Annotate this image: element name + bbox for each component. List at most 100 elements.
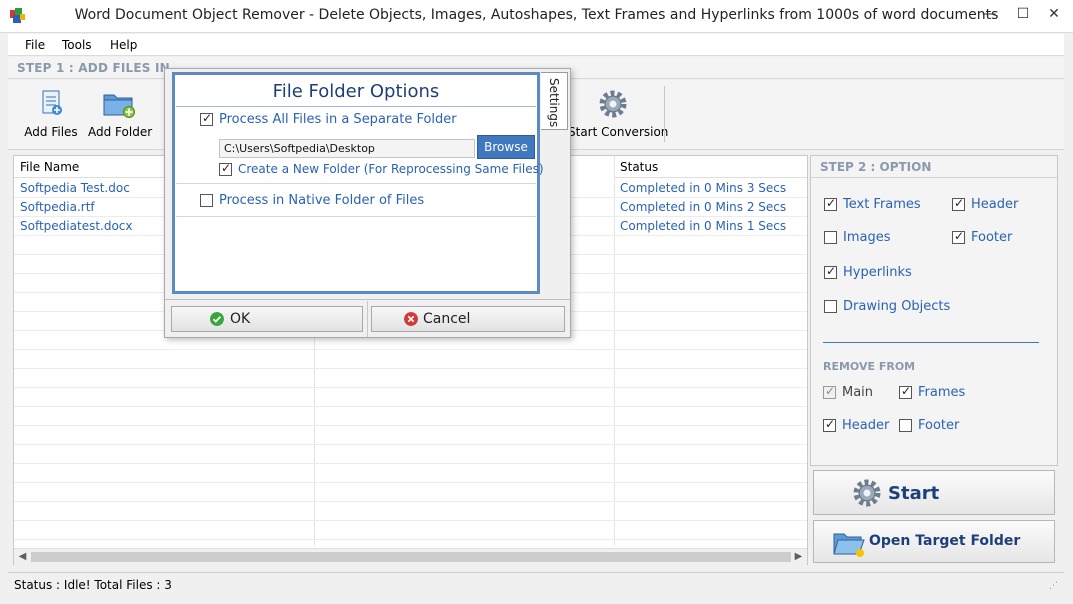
table-row-file[interactable]: Softpedia.rtf	[14, 200, 95, 214]
option-divider	[823, 342, 1039, 343]
dialog-button-divider	[165, 299, 570, 300]
remove-header-label: Header	[842, 418, 890, 433]
ok-label: OK	[230, 311, 251, 327]
start-button[interactable]: Start	[813, 470, 1055, 515]
dialog-title: File Folder Options	[272, 81, 440, 102]
checkbox-box[interactable]	[952, 229, 965, 244]
hyperlinks-label: Hyperlinks	[843, 265, 912, 280]
row-divider	[14, 539, 807, 540]
table-row-status: Completed in 0 Mins 3 Secs	[620, 181, 787, 195]
row-divider	[14, 482, 807, 483]
checkbox-box[interactable]	[824, 196, 837, 211]
remove-from-title: REMOVE FROM	[823, 360, 916, 373]
checkbox-box[interactable]	[824, 264, 837, 279]
row-divider	[14, 349, 807, 350]
row-divider	[14, 520, 807, 521]
row-divider	[14, 444, 807, 445]
checkbox-box[interactable]	[219, 161, 232, 176]
table-row-status: Completed in 0 Mins 1 Secs	[620, 219, 787, 233]
add-folder-label: Add Folder	[88, 125, 153, 139]
process-native-label: Process in Native Folder of Files	[219, 193, 425, 208]
step2-panel: STEP 2 : OPTION Text Frames Header Image…	[810, 155, 1058, 466]
start-conversion-label: Start Conversion	[568, 125, 669, 139]
checkbox-box[interactable]	[200, 194, 213, 207]
dialog-separator	[176, 216, 536, 217]
add-folder-icon	[103, 94, 135, 118]
dialog-separator	[176, 183, 536, 184]
column-divider	[614, 156, 615, 546]
checkbox-box[interactable]	[200, 111, 213, 126]
row-divider	[14, 501, 807, 502]
gear-icon	[853, 479, 881, 507]
tab-settings[interactable]: Settings	[541, 72, 568, 130]
step1-title: STEP 1 : ADD FILES IN	[17, 61, 170, 75]
drawing-objects-label: Drawing Objects	[843, 299, 951, 314]
folder-path-field[interactable]: C:\Users\Softpedia\Desktop	[219, 139, 475, 158]
header-option-label: Header	[971, 197, 1019, 212]
browse-button[interactable]: Browse	[477, 135, 535, 159]
add-folder-button[interactable]: Add Folder	[88, 86, 153, 142]
checkbox-box[interactable]	[899, 384, 912, 399]
check-icon	[210, 312, 224, 326]
step2-title: STEP 2 : OPTION	[820, 160, 932, 174]
add-files-label: Add Files	[24, 125, 78, 139]
menu-tools[interactable]: Tools	[62, 38, 92, 52]
folder-open-icon	[833, 533, 865, 557]
process-separate-label: Process All Files in a Separate Folder	[219, 112, 457, 127]
step2-header: STEP 2 : OPTION	[811, 156, 1057, 178]
scroll-right-icon[interactable]: ▶	[790, 549, 807, 566]
column-status[interactable]: Status	[614, 156, 807, 178]
checkbox-box[interactable]	[824, 300, 837, 313]
menu-help[interactable]: Help	[110, 38, 137, 52]
footer-option-label: Footer	[971, 230, 1013, 245]
checkbox-box[interactable]	[824, 231, 837, 244]
table-row-file[interactable]: Softpediatest.docx	[14, 219, 133, 233]
checkbox-box[interactable]	[952, 196, 965, 211]
row-divider	[14, 425, 807, 426]
checkbox-box[interactable]	[899, 419, 912, 432]
resize-grip-icon[interactable]: ⋰	[1049, 581, 1058, 591]
cancel-label: Cancel	[423, 311, 471, 327]
dialog-button-separator	[367, 301, 368, 337]
images-label: Images	[843, 230, 891, 245]
row-divider	[14, 387, 807, 388]
window-title: Word Document Object Remover - Delete Ob…	[74, 7, 999, 23]
scroll-thumb[interactable]	[31, 552, 791, 562]
cancel-icon	[404, 312, 418, 326]
row-divider	[14, 406, 807, 407]
frames-label: Frames	[918, 385, 966, 400]
table-row-status: Completed in 0 Mins 2 Secs	[620, 200, 787, 214]
settings-tab-label: Settings	[547, 78, 561, 128]
title-underline	[176, 106, 536, 107]
remove-footer-label: Footer	[918, 418, 960, 433]
scroll-left-icon[interactable]: ◀	[14, 549, 31, 566]
status-bar: Status : Idle! Total Files : 3 ⋰	[8, 572, 1064, 596]
toolbar-separator	[664, 86, 665, 142]
checkbox-box[interactable]	[823, 417, 836, 432]
table-row-file[interactable]: Softpedia Test.doc	[14, 181, 130, 195]
gear-icon	[599, 90, 627, 118]
title-bar: Word Document Object Remover - Delete Ob…	[0, 0, 1073, 33]
horizontal-scrollbar[interactable]: ◀ ▶	[14, 548, 807, 565]
dialog-content: File Folder Options Process All Files in…	[172, 72, 544, 294]
main-label: Main	[842, 385, 874, 400]
checkbox-box	[823, 384, 836, 399]
start-conversion-button[interactable]: Start Conversion	[568, 86, 669, 142]
row-divider	[14, 368, 807, 369]
menu-bar: File Tools Help	[8, 34, 1064, 56]
file-folder-options-dialog: File Folder Options Process All Files in…	[164, 68, 571, 338]
open-target-folder-label: Open Target Folder	[869, 533, 1021, 549]
ok-button[interactable]: OK	[171, 306, 363, 332]
row-divider	[14, 463, 807, 464]
add-files-icon	[42, 90, 62, 115]
start-label: Start	[888, 483, 940, 504]
close-button[interactable]: ✕	[1034, 0, 1073, 30]
cancel-button[interactable]: Cancel	[371, 306, 565, 332]
add-files-button[interactable]: Add Files	[22, 86, 80, 142]
open-target-folder-button[interactable]: Open Target Folder	[813, 520, 1055, 563]
minimize-button[interactable]: —	[972, 0, 1006, 30]
menu-file[interactable]: File	[25, 38, 45, 52]
status-text: Status : Idle! Total Files : 3	[14, 578, 172, 592]
create-new-folder-label: Create a New Folder (For Reprocessing Sa…	[238, 162, 544, 176]
text-frames-label: Text Frames	[843, 197, 921, 212]
